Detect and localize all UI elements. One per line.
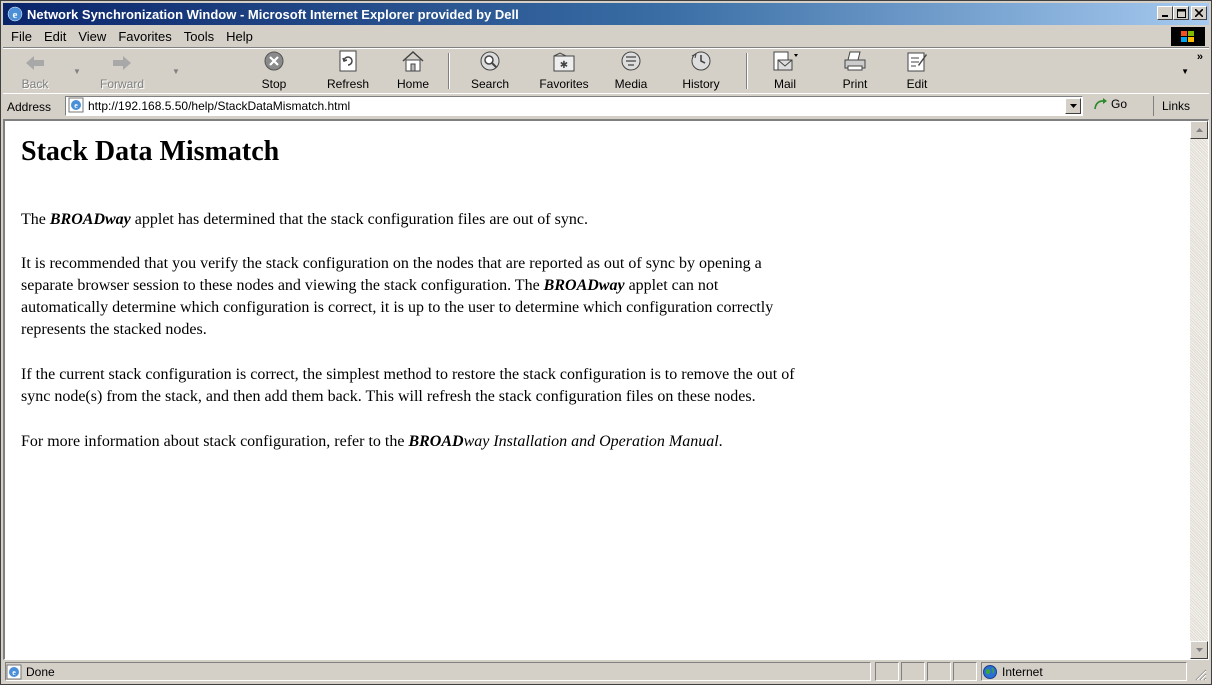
back-arrow-icon bbox=[24, 54, 46, 75]
svg-text:e: e bbox=[12, 668, 16, 677]
windows-logo-icon bbox=[1171, 27, 1205, 46]
history-icon bbox=[690, 50, 712, 75]
menu-file[interactable]: File bbox=[3, 29, 38, 44]
title-bar[interactable]: e Network Synchronization Window - Micro… bbox=[3, 3, 1209, 25]
home-button[interactable]: Home bbox=[391, 49, 435, 93]
media-icon bbox=[620, 50, 642, 75]
edit-document-icon bbox=[906, 50, 928, 75]
printer-icon bbox=[843, 50, 867, 75]
ie-icon: e bbox=[7, 6, 23, 22]
arrow-up-icon bbox=[1195, 128, 1203, 132]
status-pane bbox=[901, 662, 925, 681]
paragraph-more-info: For more information about stack configu… bbox=[21, 433, 723, 450]
page-title: Stack Data Mismatch bbox=[21, 136, 280, 167]
status-pane bbox=[875, 662, 899, 681]
standard-toolbar: Back ▼ Forward ▼ Stop Refresh Home Searc… bbox=[3, 48, 1209, 94]
manual-title: way Installation and Operation Manual bbox=[463, 433, 719, 450]
stop-button[interactable]: Stop bbox=[253, 49, 295, 93]
vertical-scrollbar[interactable] bbox=[1190, 121, 1208, 659]
edit-dropdown-icon[interactable]: ▼ bbox=[1181, 67, 1189, 76]
refresh-icon bbox=[338, 50, 358, 75]
menu-tools[interactable]: Tools bbox=[178, 29, 220, 44]
toolbar-separator bbox=[448, 53, 450, 89]
media-button[interactable]: Media bbox=[608, 49, 654, 93]
search-button[interactable]: Search bbox=[465, 49, 515, 93]
maximize-button[interactable] bbox=[1173, 6, 1189, 20]
favorites-icon: ✱ bbox=[552, 52, 576, 75]
address-input[interactable]: e http://192.168.5.50/help/StackDataMism… bbox=[65, 96, 1083, 116]
brand-name: BROADway bbox=[49, 211, 131, 228]
url-text[interactable]: http://192.168.5.50/help/StackDataMismat… bbox=[88, 99, 350, 113]
ie-page-icon: e bbox=[6, 664, 22, 679]
ie-page-icon: e bbox=[68, 97, 84, 116]
go-arrow-icon bbox=[1094, 98, 1107, 110]
back-button[interactable]: Back bbox=[13, 49, 57, 93]
search-icon bbox=[479, 50, 501, 75]
close-button[interactable] bbox=[1191, 6, 1207, 20]
address-bar: Address e http://192.168.5.50/help/Stack… bbox=[3, 93, 1209, 119]
brand-name: BROADway bbox=[543, 277, 625, 294]
paragraph-restore: If the current stack configuration is co… bbox=[21, 366, 795, 405]
address-dropdown-button[interactable] bbox=[1065, 98, 1081, 114]
globe-icon bbox=[983, 664, 997, 679]
minimize-button[interactable] bbox=[1157, 6, 1173, 20]
favorites-button[interactable]: ✱ Favorites bbox=[533, 49, 595, 93]
status-text-pane: e Done bbox=[5, 662, 871, 681]
chevron-down-icon bbox=[1069, 104, 1077, 108]
status-pane bbox=[953, 662, 977, 681]
history-button[interactable]: History bbox=[676, 49, 726, 93]
content-frame: Stack Data Mismatch The BROADway applet … bbox=[3, 119, 1209, 660]
arrow-down-icon bbox=[1195, 648, 1203, 652]
go-button[interactable]: Go bbox=[1093, 97, 1127, 111]
resize-grip-icon[interactable] bbox=[1195, 669, 1207, 681]
toolbar-overflow-chevron-icon[interactable]: » bbox=[1197, 51, 1203, 63]
print-button[interactable]: Print bbox=[835, 49, 875, 93]
status-pane bbox=[927, 662, 951, 681]
refresh-button[interactable]: Refresh bbox=[323, 49, 373, 93]
svg-text:e: e bbox=[74, 101, 78, 110]
back-dropdown-icon[interactable]: ▼ bbox=[73, 67, 81, 76]
security-zone-label: Internet bbox=[1002, 664, 1043, 679]
edit-button[interactable]: Edit bbox=[899, 49, 935, 93]
svg-text:e: e bbox=[13, 9, 18, 21]
status-text: Done bbox=[26, 664, 55, 679]
menu-favorites[interactable]: Favorites bbox=[112, 29, 177, 44]
forward-dropdown-icon[interactable]: ▼ bbox=[172, 67, 180, 76]
toolbar-separator bbox=[746, 53, 748, 89]
paragraph-recommendation: It is recommended that you verify the st… bbox=[21, 255, 774, 338]
home-icon bbox=[401, 50, 425, 75]
menu-help[interactable]: Help bbox=[220, 29, 259, 44]
window-title: Network Synchronization Window - Microso… bbox=[27, 6, 519, 22]
address-label: Address bbox=[7, 99, 52, 114]
mail-icon bbox=[771, 50, 799, 75]
manual-brand: BROAD bbox=[408, 433, 464, 450]
mail-button[interactable]: Mail bbox=[763, 49, 807, 93]
forward-button[interactable]: Forward bbox=[87, 49, 157, 93]
links-button[interactable]: Links bbox=[1153, 96, 1190, 116]
svg-text:✱: ✱ bbox=[560, 60, 568, 71]
scroll-down-button[interactable] bbox=[1190, 641, 1208, 659]
paragraph-intro: The BROADway applet has determined that … bbox=[21, 211, 588, 228]
scroll-up-button[interactable] bbox=[1190, 121, 1208, 139]
stop-icon bbox=[263, 50, 285, 75]
menu-view[interactable]: View bbox=[72, 29, 112, 44]
security-zone-pane: Internet bbox=[981, 662, 1187, 681]
forward-arrow-icon bbox=[111, 54, 133, 75]
status-bar: e Done Internet bbox=[3, 661, 1209, 683]
browser-window: e Network Synchronization Window - Micro… bbox=[0, 0, 1212, 685]
page-content: Stack Data Mismatch The BROADway applet … bbox=[5, 121, 1185, 659]
menu-bar: File Edit View Favorites Tools Help bbox=[3, 26, 1209, 48]
menu-edit[interactable]: Edit bbox=[38, 29, 72, 44]
